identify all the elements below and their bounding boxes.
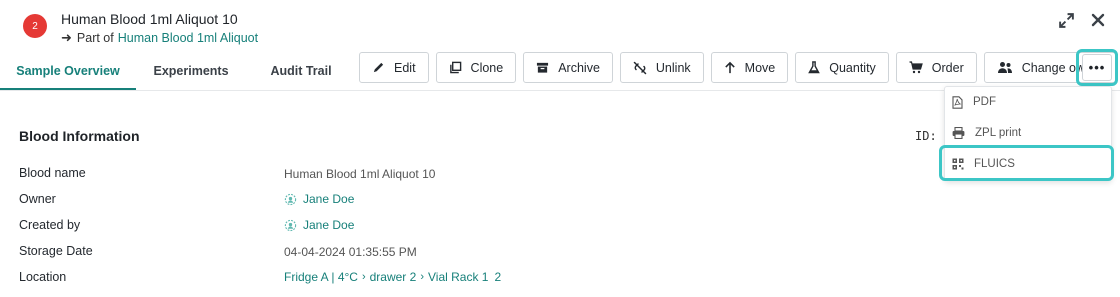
- expand-icon[interactable]: [1056, 10, 1076, 30]
- chevron-right-icon: ›: [420, 271, 424, 283]
- printer-icon: [952, 127, 965, 139]
- arrow-up-icon: [724, 61, 735, 74]
- field-value-created-by[interactable]: Jane Doe: [284, 218, 354, 232]
- parent-sample-link[interactable]: Human Blood 1ml Aliquot: [118, 31, 258, 45]
- location-crumb-rack[interactable]: Vial Rack 1: [428, 270, 488, 284]
- archive-icon: [537, 62, 549, 73]
- sample-id-label: ID: 0: [915, 129, 941, 143]
- field-value-location: Fridge A | 4°C › drawer 2 › Vial Rack 1 …: [284, 270, 501, 284]
- field-value-owner[interactable]: Jane Doe: [284, 192, 354, 206]
- field-value-storage-date: 04-04-2024 01:35:55 PM: [284, 245, 417, 259]
- tab-experiments[interactable]: Experiments: [136, 52, 246, 90]
- location-crumb-drawer[interactable]: drawer 2: [370, 270, 417, 284]
- archive-button[interactable]: Archive: [523, 52, 613, 83]
- copy-icon: [449, 61, 461, 74]
- user-avatar-icon: [284, 219, 297, 231]
- menu-item-pdf[interactable]: PDF: [945, 87, 1113, 117]
- arrow-right-icon: ➜: [61, 30, 72, 45]
- unlink-button[interactable]: Unlink: [619, 52, 704, 83]
- section-title: Blood Information: [19, 128, 140, 144]
- sample-title: Human Blood 1ml Aliquot 10: [61, 11, 238, 27]
- action-toolbar: Edit Clone Archive Unlink Move Quantity …: [359, 52, 1117, 83]
- chevron-right-icon: ›: [361, 271, 366, 283]
- field-label-owner: Owner: [19, 192, 56, 206]
- sample-badge: 2: [23, 14, 47, 38]
- part-of-line: ➜ Part of Human Blood 1ml Aliquot: [61, 30, 258, 46]
- tab-sample-overview[interactable]: Sample Overview: [0, 52, 136, 90]
- order-button[interactable]: Order: [895, 52, 977, 83]
- flask-icon: [808, 61, 821, 74]
- more-actions-button[interactable]: •••: [1082, 54, 1112, 81]
- menu-item-fluics[interactable]: FLUICS: [945, 149, 1113, 179]
- field-label-location: Location: [19, 270, 67, 284]
- quantity-button[interactable]: Quantity: [795, 52, 889, 83]
- user-avatar-icon: [284, 193, 297, 205]
- unlink-icon: [633, 61, 647, 74]
- users-icon: [997, 62, 1012, 73]
- window-controls: [1056, 10, 1108, 30]
- pencil-icon: [373, 62, 384, 73]
- close-icon[interactable]: [1088, 10, 1108, 30]
- location-crumb-fridge[interactable]: Fridge A | 4°C: [284, 270, 358, 284]
- cart-icon: [909, 61, 923, 74]
- move-button[interactable]: Move: [710, 52, 789, 83]
- more-actions-menu: PDF ZPL print FLUICS: [944, 86, 1112, 181]
- qr-code-icon: [952, 158, 964, 170]
- tab-audit-trail[interactable]: Audit Trail: [246, 52, 356, 90]
- field-label-blood-name: Blood name: [19, 166, 86, 180]
- tab-bar: Sample Overview Experiments Audit Trail: [0, 52, 356, 90]
- more-actions-highlight: •••: [1076, 49, 1118, 86]
- menu-item-zpl-print[interactable]: ZPL print: [945, 118, 1113, 148]
- pdf-icon: [952, 95, 963, 109]
- location-slot: 2: [494, 270, 502, 284]
- field-label-storage-date: Storage Date: [19, 244, 93, 258]
- clone-button[interactable]: Clone: [435, 52, 517, 83]
- edit-button[interactable]: Edit: [359, 52, 429, 83]
- field-label-created-by: Created by: [19, 218, 81, 232]
- part-of-prefix: Part of: [76, 31, 114, 45]
- field-value-blood-name: Human Blood 1ml Aliquot 10: [284, 167, 436, 181]
